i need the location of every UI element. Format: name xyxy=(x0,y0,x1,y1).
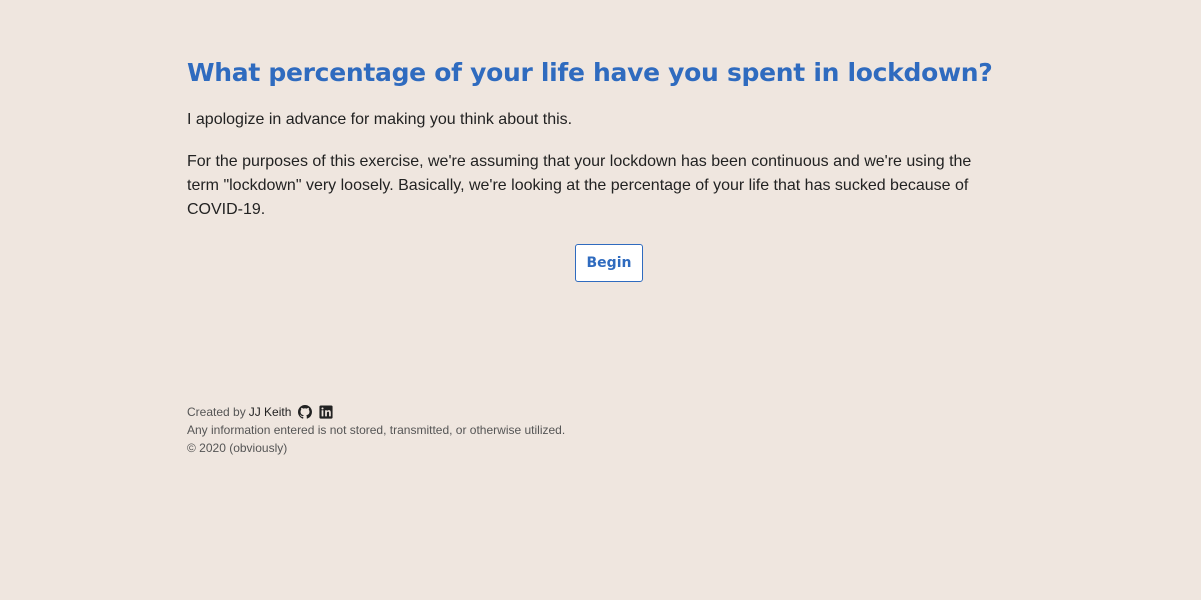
begin-button[interactable]: Begin xyxy=(575,244,643,282)
intro-text: I apologize in advance for making you th… xyxy=(187,111,573,128)
credit-row: Created by JJ Keith xyxy=(187,403,565,421)
disclaimer-text: Any information entered is not stored, t… xyxy=(187,423,566,437)
author-link[interactable]: JJ Keith xyxy=(249,403,292,421)
github-icon[interactable] xyxy=(297,405,312,420)
linkedin-icon[interactable] xyxy=(318,405,333,420)
page-title: What percentage of your life have you sp… xyxy=(187,58,993,87)
copyright-text: © 2020 (obviously) xyxy=(187,441,288,455)
created-by-label: Created by xyxy=(187,405,246,419)
description-text: For the purposes of this exercise, we're… xyxy=(187,153,972,218)
footer: Created by JJ Keith Any information ente… xyxy=(187,403,565,457)
